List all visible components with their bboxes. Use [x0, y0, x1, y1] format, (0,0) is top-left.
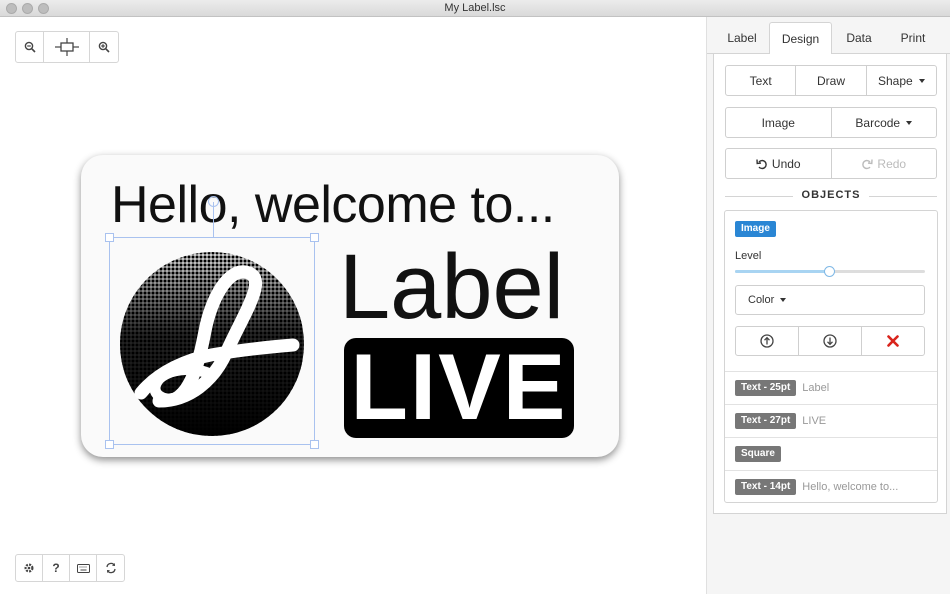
- object-badge: Text - 27pt: [735, 413, 797, 429]
- tab-design[interactable]: Design: [769, 22, 832, 55]
- zoom-out-button[interactable]: [16, 32, 44, 62]
- object-badge: Text - 14pt: [735, 479, 797, 495]
- history-group: Undo Redo: [725, 148, 937, 179]
- label-text-object[interactable]: Label: [339, 241, 564, 333]
- send-backward-button[interactable]: [799, 327, 862, 355]
- resize-handle-top-left[interactable]: [105, 233, 114, 242]
- object-badge: Square: [735, 446, 781, 462]
- add-text-button[interactable]: Text: [726, 66, 797, 95]
- help-button[interactable]: ?: [43, 555, 70, 581]
- bring-forward-button[interactable]: [736, 327, 799, 355]
- object-row[interactable]: Text - 27pt LIVE: [725, 404, 937, 437]
- caret-down-icon: [918, 78, 925, 83]
- label-design[interactable]: Hello, welcome to... Label LIVE: [81, 155, 619, 457]
- object-row[interactable]: Square: [725, 437, 937, 470]
- keyboard-shortcuts-button[interactable]: [70, 555, 97, 581]
- undo-label: Undo: [771, 156, 801, 171]
- redo-button[interactable]: Redo: [832, 149, 937, 178]
- arrow-down-circle-icon: [823, 334, 837, 348]
- add-image-label: Image: [761, 115, 795, 130]
- live-text-object[interactable]: LIVE: [344, 340, 574, 434]
- object-name: Label: [802, 382, 830, 394]
- color-dropdown[interactable]: Color: [735, 285, 925, 315]
- bottom-toolbar: ?: [15, 554, 125, 582]
- delete-x-icon: [887, 335, 899, 347]
- color-label: Color: [748, 294, 775, 306]
- objects-list: Image Level Color Text - 25pt Label Text…: [724, 210, 938, 503]
- title-bar: My Label.lsc: [0, 0, 950, 17]
- objects-title: OBJECTS: [801, 189, 861, 201]
- add-image-button[interactable]: Image: [726, 108, 832, 137]
- tab-label[interactable]: Label: [717, 22, 767, 54]
- resize-handle-bottom-left[interactable]: [105, 440, 114, 449]
- add-object-group: Text Draw Shape: [725, 65, 937, 96]
- fit-to-screen-button[interactable]: [44, 32, 90, 62]
- zoom-toolbar: [15, 31, 119, 63]
- shape-label: Shape: [877, 73, 913, 88]
- zoom-in-button[interactable]: [90, 32, 118, 62]
- object-name: LIVE: [802, 415, 827, 427]
- gear-icon: [24, 563, 34, 573]
- redo-label: Redo: [877, 156, 907, 171]
- tab-data[interactable]: Data: [834, 22, 884, 54]
- resize-handle-top-right[interactable]: [310, 233, 319, 242]
- object-name: Hello, welcome to...: [802, 481, 899, 493]
- level-slider-fill: [735, 270, 830, 273]
- refresh-icon: [105, 562, 116, 574]
- rotation-line: [213, 202, 214, 238]
- object-row[interactable]: Text - 14pt Hello, welcome to...: [725, 470, 937, 503]
- selected-object-panel: Image: [735, 220, 776, 237]
- hello-text-object[interactable]: Hello, welcome to...: [111, 175, 555, 235]
- square-object[interactable]: LIVE: [344, 338, 574, 438]
- barcode-dropdown[interactable]: Barcode: [832, 108, 937, 137]
- object-type-badge: Image: [735, 221, 776, 237]
- shape-dropdown[interactable]: Shape: [867, 66, 936, 95]
- level-slider[interactable]: [735, 266, 925, 277]
- level-slider-thumb[interactable]: [824, 266, 835, 277]
- tab-print[interactable]: Print: [888, 22, 938, 54]
- fit-screen-icon: [54, 38, 79, 56]
- selection-box[interactable]: [105, 196, 319, 449]
- draw-label: Draw: [816, 73, 845, 88]
- rotation-handle[interactable]: [208, 196, 219, 207]
- arrow-up-circle-icon: [760, 334, 774, 348]
- level-label: Level: [735, 250, 762, 262]
- refresh-button[interactable]: [97, 555, 124, 581]
- keyboard-icon: [76, 563, 90, 573]
- caret-down-icon: [780, 298, 787, 302]
- object-row[interactable]: Text - 25pt Label: [725, 371, 937, 404]
- add-text-label: Text: [749, 73, 772, 88]
- undo-icon: [756, 158, 767, 169]
- undo-button[interactable]: Undo: [726, 149, 832, 178]
- inspector-tabs: Label Design Data Print: [707, 22, 950, 55]
- object-actions: [735, 326, 925, 356]
- label-canvas[interactable]: Hello, welcome to... Label LIVE ?: [0, 17, 706, 594]
- object-badge: Text - 25pt: [735, 380, 797, 396]
- zoom-in-icon: [98, 41, 110, 53]
- question-icon: ?: [52, 561, 60, 575]
- add-media-group: Image Barcode: [725, 107, 937, 138]
- barcode-label: Barcode: [855, 115, 901, 130]
- inspector-panel: Label Design Data Print Text Draw Shape …: [706, 17, 950, 594]
- window-title: My Label.lsc: [444, 2, 506, 14]
- redo-icon: [862, 158, 874, 169]
- delete-object-button[interactable]: [862, 327, 924, 355]
- zoom-out-icon: [24, 41, 36, 53]
- design-tab-content: Text Draw Shape Image Barcode Undo Redo …: [713, 54, 947, 514]
- caret-down-icon: [906, 120, 913, 125]
- resize-handle-bottom-right[interactable]: [310, 440, 319, 449]
- settings-button[interactable]: [16, 555, 43, 581]
- draw-button[interactable]: Draw: [796, 66, 867, 95]
- objects-heading: OBJECTS: [725, 189, 937, 203]
